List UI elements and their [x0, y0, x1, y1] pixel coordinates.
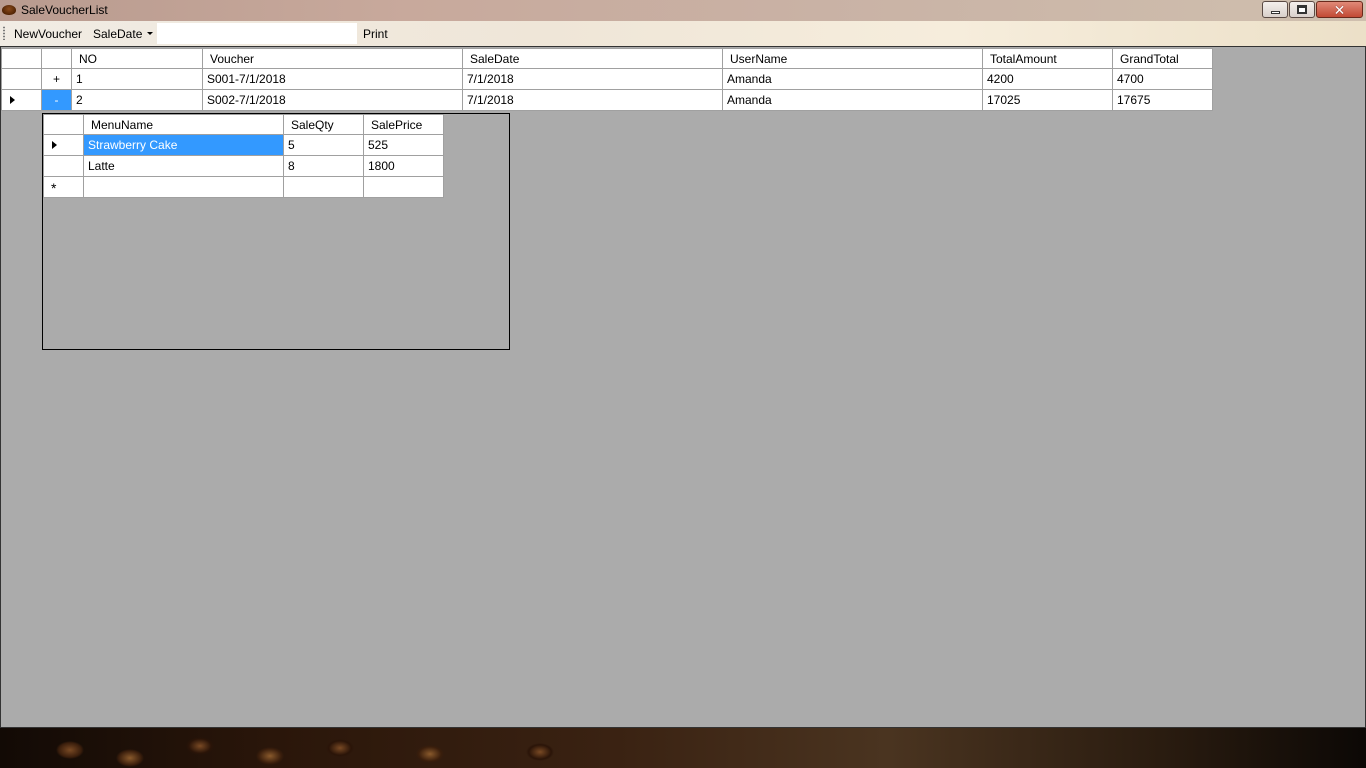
- background-image: [0, 728, 1366, 768]
- cell-grandtotal[interactable]: 4700: [1112, 68, 1213, 90]
- cell-saleprice[interactable]: [363, 176, 444, 198]
- cell-no[interactable]: 2: [71, 89, 203, 111]
- sale-detail-grid: MenuName SaleQty SalePrice Strawberry Ca…: [43, 114, 444, 198]
- cell-voucher[interactable]: S002-7/1/2018: [202, 89, 463, 111]
- current-row-icon: [10, 96, 15, 104]
- cell-saleprice[interactable]: 1800: [363, 155, 444, 177]
- toolbar-grip[interactable]: [3, 26, 5, 40]
- new-row-icon: *: [51, 180, 57, 196]
- cell-menuname[interactable]: [83, 176, 284, 198]
- table-row[interactable]: Strawberry Cake 5 525: [43, 134, 444, 156]
- toolbar: NewVoucher SaleDate Print: [0, 21, 1366, 46]
- restore-icon: [1297, 5, 1307, 14]
- chevron-down-icon[interactable]: [147, 32, 153, 35]
- cell-username[interactable]: Amanda: [722, 89, 983, 111]
- header-row: NO Voucher SaleDate UserName TotalAmount…: [1, 48, 1213, 69]
- cell-menuname[interactable]: Strawberry Cake: [83, 134, 284, 156]
- cell-saledate[interactable]: 7/1/2018: [462, 89, 723, 111]
- cell-saleqty[interactable]: 8: [283, 155, 364, 177]
- cell-voucher[interactable]: S001-7/1/2018: [202, 68, 463, 90]
- voucher-grid: NO Voucher SaleDate UserName TotalAmount…: [1, 48, 1213, 111]
- header-row: MenuName SaleQty SalePrice: [43, 114, 444, 135]
- cell-menuname[interactable]: Latte: [83, 155, 284, 177]
- new-voucher-button[interactable]: NewVoucher: [14, 27, 82, 41]
- expand-button[interactable]: +: [41, 68, 72, 90]
- close-icon: ✕: [1333, 1, 1346, 18]
- table-row[interactable]: - 2 S002-7/1/2018 7/1/2018 Amanda 17025 …: [1, 89, 1213, 111]
- row-header[interactable]: [1, 89, 42, 111]
- minimize-button[interactable]: [1262, 1, 1288, 18]
- cell-totalamount[interactable]: 17025: [982, 89, 1113, 111]
- cell-totalamount[interactable]: 4200: [982, 68, 1113, 90]
- column-header-saleqty[interactable]: SaleQty: [283, 114, 364, 135]
- expander-header: [41, 48, 72, 69]
- row-header[interactable]: [43, 134, 84, 156]
- cell-saledate[interactable]: 7/1/2018: [462, 68, 723, 90]
- table-row[interactable]: Latte 8 1800: [43, 155, 444, 177]
- title-bar: SaleVoucherList ✕: [0, 0, 1366, 21]
- print-button[interactable]: Print: [363, 27, 388, 41]
- corner-header[interactable]: [1, 48, 42, 69]
- sale-date-dropdown[interactable]: SaleDate: [93, 27, 142, 41]
- column-header-saleprice[interactable]: SalePrice: [363, 114, 444, 135]
- new-row[interactable]: *: [43, 176, 444, 198]
- column-header-grandtotal[interactable]: GrandTotal: [1112, 48, 1213, 69]
- cell-saleprice[interactable]: 525: [363, 134, 444, 156]
- corner-header[interactable]: [43, 114, 84, 135]
- maximize-button[interactable]: [1289, 1, 1315, 18]
- column-header-saledate[interactable]: SaleDate: [462, 48, 723, 69]
- cell-username[interactable]: Amanda: [722, 68, 983, 90]
- collapse-button[interactable]: -: [41, 89, 72, 111]
- sale-date-input[interactable]: [157, 23, 357, 44]
- cell-grandtotal[interactable]: 17675: [1112, 89, 1213, 111]
- close-button[interactable]: ✕: [1316, 1, 1363, 18]
- column-header-no[interactable]: NO: [71, 48, 203, 69]
- coffee-cake-icon: [2, 5, 16, 15]
- column-header-voucher[interactable]: Voucher: [202, 48, 463, 69]
- cell-no[interactable]: 1: [71, 68, 203, 90]
- table-row[interactable]: + 1 S001-7/1/2018 7/1/2018 Amanda 4200 4…: [1, 68, 1213, 90]
- row-header[interactable]: [43, 155, 84, 177]
- cell-saleqty[interactable]: [283, 176, 364, 198]
- column-header-totalamount[interactable]: TotalAmount: [982, 48, 1113, 69]
- minimize-icon: [1270, 11, 1280, 14]
- row-header[interactable]: [1, 68, 42, 90]
- current-row-icon: [52, 141, 57, 149]
- column-header-menuname[interactable]: MenuName: [83, 114, 284, 135]
- row-header[interactable]: *: [43, 176, 84, 198]
- cell-saleqty[interactable]: 5: [283, 134, 364, 156]
- column-header-username[interactable]: UserName: [722, 48, 983, 69]
- window-title: SaleVoucherList: [21, 3, 108, 17]
